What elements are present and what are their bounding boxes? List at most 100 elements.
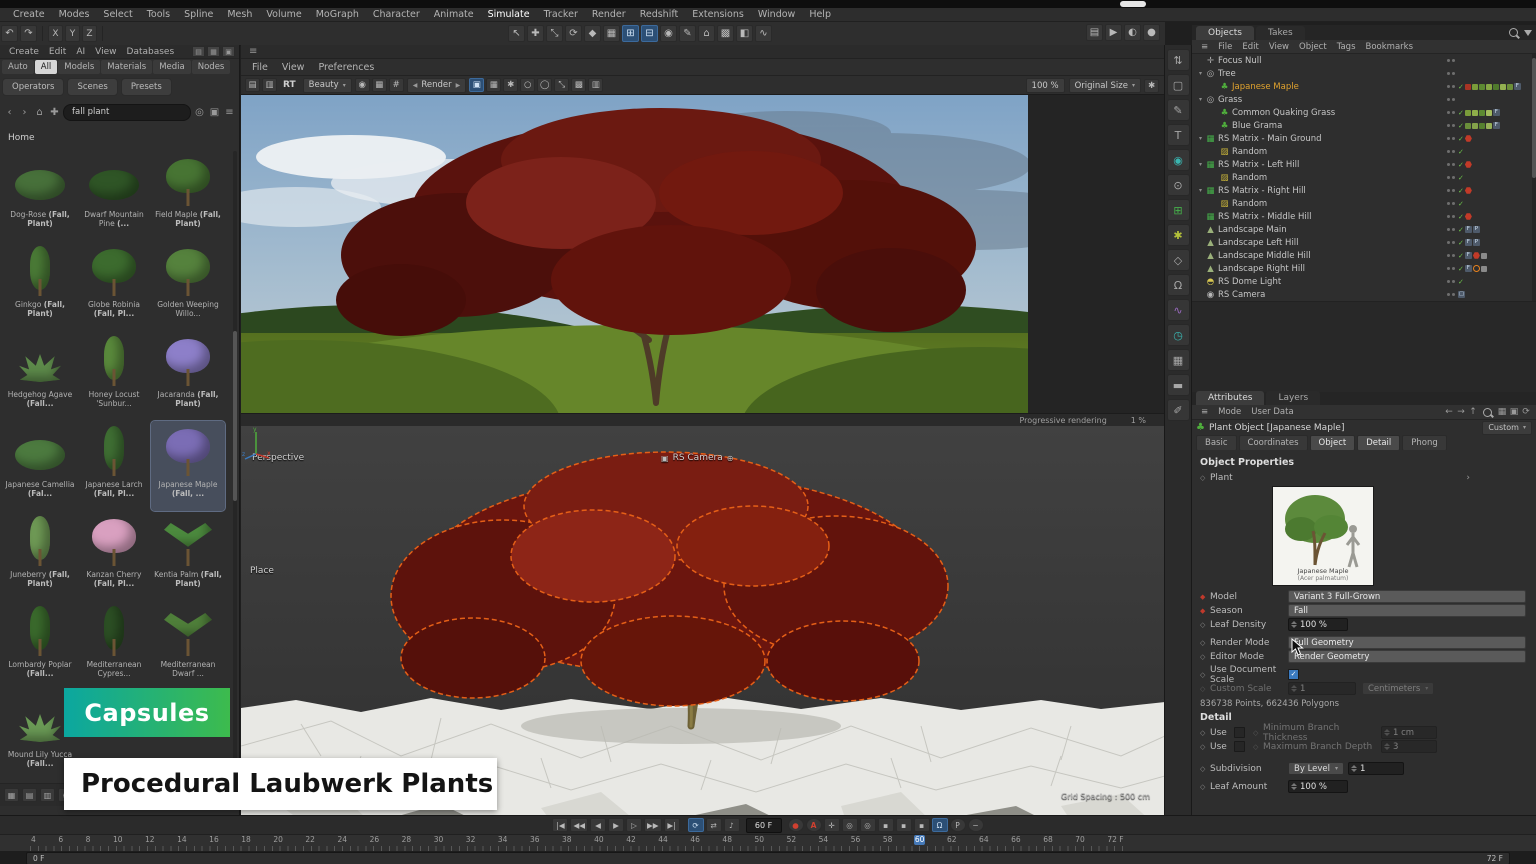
menu-item[interactable]: Help — [802, 9, 838, 20]
om-menu-item[interactable]: View — [1264, 42, 1294, 52]
toolbar-icon[interactable]: ▦ — [603, 25, 620, 42]
frame-tick[interactable]: 14 — [176, 835, 188, 845]
gear-icon[interactable]: ✱ — [1144, 79, 1159, 93]
visibility-dots[interactable] — [1447, 267, 1458, 270]
asset-menu-item[interactable]: Databases — [122, 47, 180, 57]
toolbar-icon[interactable]: ◧ — [736, 25, 753, 42]
visibility-dots[interactable] — [1447, 241, 1458, 244]
asset-item[interactable]: Kanzan Cherry (Fall, Pl... — [77, 511, 151, 601]
visibility-dots[interactable] — [1447, 293, 1458, 296]
renderview-icon[interactable]: ▥ — [588, 78, 603, 92]
record-button[interactable]: Ω — [932, 818, 948, 832]
toolbar-icon[interactable]: ⟳ — [565, 25, 582, 42]
visibility-dots[interactable] — [1447, 176, 1458, 179]
object-tree-row[interactable]: ▨ Random ✓ — [1192, 145, 1536, 158]
subdivision-mode-dropdown[interactable]: By Level▾ — [1288, 762, 1344, 775]
renderview-icon[interactable]: ▤ — [245, 78, 260, 92]
manager-tab[interactable]: Takes — [1256, 26, 1305, 40]
mode-palette-icon[interactable]: ⇅ — [1167, 49, 1190, 71]
visibility-dots[interactable] — [1447, 98, 1458, 101]
object-tree-row[interactable]: ▦ RS Matrix - Middle Hill ✓ — [1192, 210, 1536, 223]
object-name[interactable]: Japanese Maple — [1232, 82, 1299, 92]
renderview-menu-item[interactable]: Preferences — [311, 62, 381, 73]
range-track[interactable]: 0 F 72 F — [26, 852, 1510, 864]
object-tree-row[interactable]: ▨ Random ✓ — [1192, 171, 1536, 184]
visibility-dots[interactable] — [1447, 150, 1458, 153]
expand-icon[interactable]: ▾ — [1196, 96, 1205, 103]
frame-tick[interactable]: 72 F — [1106, 835, 1124, 845]
clear-search-icon[interactable]: ◎ — [193, 106, 206, 119]
object-name[interactable]: RS Matrix - Left Hill — [1218, 160, 1299, 170]
object-name[interactable]: Landscape Right Hill — [1218, 264, 1305, 274]
loop-mode-button[interactable]: ⇄ — [706, 818, 722, 832]
mode-palette-icon[interactable]: ▢ — [1167, 74, 1190, 96]
frame-tick[interactable]: 44 — [657, 835, 669, 845]
object-name[interactable]: Tree — [1218, 69, 1236, 79]
object-name[interactable]: Random — [1232, 147, 1267, 157]
current-frame-field[interactable]: 60 F — [746, 818, 782, 833]
object-name[interactable]: RS Dome Light — [1218, 277, 1281, 287]
object-tree-row[interactable]: ♣ Japanese Maple ✓F — [1192, 80, 1536, 93]
renderview-handle[interactable]: ≡ — [241, 45, 1164, 59]
object-tags[interactable]: ✓ — [1458, 201, 1536, 207]
toolbar-icon[interactable]: ◉ — [660, 25, 677, 42]
object-tree-row[interactable]: ▾ ◎ Tree — [1192, 67, 1536, 80]
asset-item[interactable]: Japanese Maple (Fall, ... — [151, 421, 225, 511]
back-icon[interactable]: ‹ — [3, 106, 16, 119]
asset-item[interactable]: Lombardy Poplar (Fall... — [3, 601, 77, 691]
asset-item[interactable]: Mediterranean Dwarf ... — [151, 601, 225, 691]
frame-tick[interactable]: 32 — [465, 835, 477, 845]
playback-button[interactable]: ▶ — [608, 818, 624, 832]
mode-palette-icon[interactable]: ◇ — [1167, 249, 1190, 271]
mode-palette-icon[interactable]: T — [1167, 124, 1190, 146]
lock-icon[interactable]: ▣ — [208, 106, 221, 119]
history-nav-icon[interactable]: → — [1455, 407, 1467, 417]
frame-tick[interactable]: 48 — [721, 835, 733, 845]
object-name[interactable]: Blue Grama — [1232, 121, 1282, 131]
param-diamond-icon[interactable]: ◇ — [1200, 653, 1210, 661]
mode-palette-icon[interactable]: ◷ — [1167, 324, 1190, 346]
object-tags[interactable]: ✓F — [1458, 109, 1536, 116]
rt-label[interactable]: RT — [283, 80, 296, 90]
attr-tool-icon[interactable]: ▦ — [1496, 407, 1508, 417]
expand-icon[interactable]: ▾ — [1196, 70, 1205, 77]
forward-icon[interactable]: › — [18, 106, 31, 119]
asset-menu-item[interactable]: Edit — [44, 47, 71, 57]
use-document-scale-checkbox[interactable]: ✓ — [1288, 669, 1299, 680]
editor-mode-dropdown[interactable]: Render Geometry — [1288, 650, 1526, 663]
attr-tool-icon[interactable]: ▣ — [1508, 407, 1520, 417]
om-menu-item[interactable]: Object — [1294, 42, 1332, 52]
param-diamond-icon[interactable]: ◇ — [1200, 743, 1210, 751]
object-tree-row[interactable]: ◓ RS Dome Light ✓ — [1192, 275, 1536, 288]
param-diamond-icon[interactable]: ◇ — [1200, 671, 1210, 679]
object-name[interactable]: Focus Null — [1218, 56, 1261, 66]
frame-tick[interactable]: 64 — [978, 835, 990, 845]
object-name[interactable]: Landscape Main — [1218, 225, 1287, 235]
panel-layout-icon[interactable]: ▣ — [222, 46, 235, 57]
mode-palette-icon[interactable]: ⊙ — [1167, 174, 1190, 196]
attribute-tab[interactable]: Detail — [1357, 435, 1400, 451]
asset-item[interactable]: Dwarf Mountain Pine (... — [77, 151, 151, 241]
frame-tick[interactable]: 36 — [529, 835, 541, 845]
playback-button[interactable]: |◀ — [552, 818, 568, 832]
object-tree-row[interactable]: ▲ Landscape Left Hill ✓FP — [1192, 236, 1536, 249]
render-toolbar-icon[interactable]: ▶ — [1105, 24, 1122, 41]
frame-tick[interactable]: 4 — [30, 835, 37, 845]
renderview-icon[interactable]: ◉ — [355, 78, 370, 92]
visibility-dots[interactable] — [1447, 72, 1458, 75]
keyframe-diamond-icon[interactable]: ◆ — [1200, 593, 1210, 601]
expand-icon[interactable]: ▾ — [1196, 161, 1205, 168]
object-name[interactable]: Common Quaking Grass — [1232, 108, 1335, 118]
object-tags[interactable]: ✓ — [1458, 213, 1536, 220]
frame-tick[interactable]: 60 — [914, 835, 926, 845]
om-menu-item[interactable]: Edit — [1237, 42, 1263, 52]
frame-tick[interactable]: 58 — [882, 835, 894, 845]
asset-filter-tab[interactable]: All — [35, 60, 58, 74]
expander-icon[interactable]: › — [1466, 473, 1528, 483]
frame-tick[interactable]: 26 — [369, 835, 381, 845]
visibility-dots[interactable] — [1447, 85, 1458, 88]
object-name[interactable]: RS Matrix - Middle Hill — [1218, 212, 1312, 222]
mode-palette-icon[interactable]: ▦ — [1167, 349, 1190, 371]
object-tags[interactable]: ✓FP — [1458, 239, 1536, 246]
object-name[interactable]: Random — [1232, 173, 1267, 183]
